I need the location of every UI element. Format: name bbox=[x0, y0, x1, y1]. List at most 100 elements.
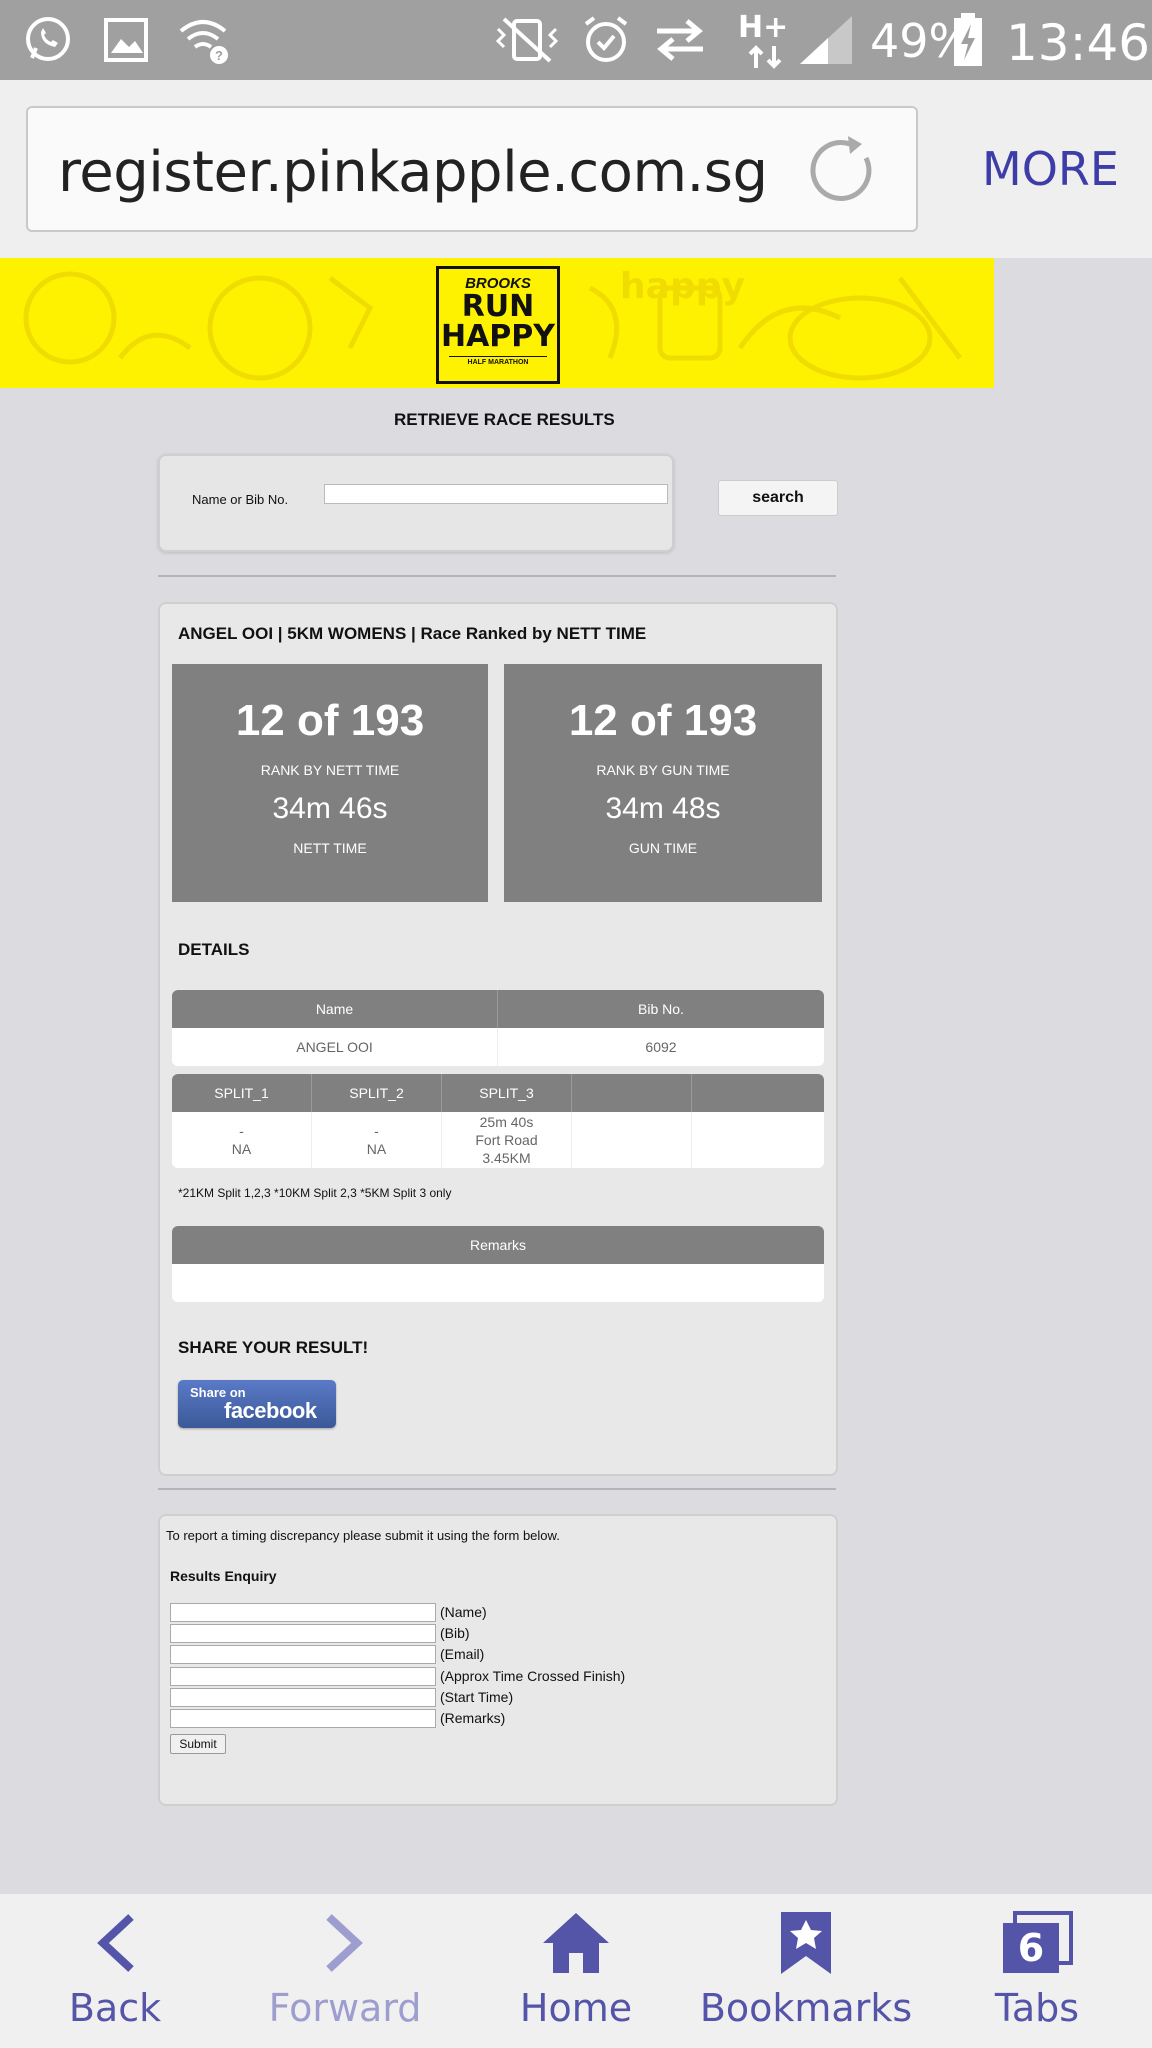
cell-split-5 bbox=[692, 1112, 824, 1168]
header-split-3: SPLIT_3 bbox=[442, 1074, 572, 1112]
share-facebook-button[interactable]: Share on facebook bbox=[178, 1380, 336, 1428]
split-3-line3: 3.45KM bbox=[482, 1150, 531, 1166]
enquiry-finish-label: (Approx Time Crossed Finish) bbox=[440, 1668, 626, 1684]
bottom-navigation: Back Forward Home Bookmarks 6 Tabs bbox=[0, 1894, 1152, 2048]
nav-back-label: Back bbox=[68, 1986, 162, 2030]
splits-table: SPLIT_1 SPLIT_2 SPLIT_3 - NA - NA 25m 40… bbox=[172, 1074, 824, 1168]
cell-split-3: 25m 40s Fort Road 3.45KM bbox=[442, 1112, 572, 1168]
enquiry-remarks-label: (Remarks) bbox=[440, 1710, 506, 1726]
more-button[interactable]: MORE bbox=[982, 142, 1119, 196]
enquiry-name-row: (Name) bbox=[170, 1602, 487, 1622]
vibrate-mute-icon bbox=[492, 12, 562, 68]
cell-bib: 6092 bbox=[645, 1039, 677, 1055]
nav-forward[interactable]: Forward bbox=[230, 1894, 460, 2048]
page-title: RETRIEVE RACE RESULTS bbox=[394, 410, 615, 429]
nett-time-box: 12 of 193 RANK BY NETT TIME 34m 46s NETT… bbox=[172, 664, 488, 902]
enquiry-bib-input[interactable] bbox=[170, 1623, 436, 1643]
remarks-table: Remarks bbox=[172, 1226, 824, 1302]
race-banner: happy BROOKS RUN HAPPY HALF MARATHON bbox=[0, 258, 994, 388]
split-2-line1: - bbox=[374, 1123, 379, 1139]
nav-bookmarks[interactable]: Bookmarks bbox=[691, 1894, 921, 2048]
gun-time: 34m 48s bbox=[605, 792, 721, 825]
cell-name: ANGEL OOI bbox=[172, 1028, 498, 1066]
logo-line1: RUN bbox=[461, 289, 535, 324]
submit-button[interactable]: Submit bbox=[170, 1734, 226, 1754]
cell-split-1: - NA bbox=[172, 1112, 312, 1168]
enquiry-note: To report a timing discrepancy please su… bbox=[166, 1528, 560, 1543]
status-bar: ? H+ 49% 13:46 bbox=[0, 0, 1152, 80]
svg-text:?: ? bbox=[215, 48, 223, 63]
enquiry-remarks-row: (Remarks) bbox=[170, 1708, 505, 1728]
enquiry-start-time-input[interactable] bbox=[170, 1687, 436, 1707]
header-split-2: SPLIT_2 bbox=[312, 1074, 442, 1112]
back-icon bbox=[0, 1908, 230, 1978]
divider bbox=[158, 1488, 836, 1490]
cell-split-4 bbox=[572, 1112, 692, 1168]
signal-icon bbox=[798, 12, 854, 68]
network-arrows-icon bbox=[738, 42, 794, 72]
alarm-icon bbox=[578, 12, 634, 68]
split-1-line2: NA bbox=[231, 1141, 252, 1157]
enquiry-email-row: (Email) bbox=[170, 1644, 484, 1664]
cell-split-2: - NA bbox=[312, 1112, 442, 1168]
table-row bbox=[172, 1264, 824, 1302]
enquiry-start-row: (Start Time) bbox=[170, 1687, 513, 1707]
clock: 13:46 bbox=[1006, 14, 1151, 72]
logo-line2: HAPPY bbox=[440, 319, 556, 354]
nav-home-label: Home bbox=[519, 1986, 633, 2030]
search-panel: Name or Bib No. bbox=[158, 454, 674, 552]
facebook-big-text: facebook bbox=[224, 1398, 317, 1423]
enquiry-email-input[interactable] bbox=[170, 1644, 436, 1664]
split-2-line2: NA bbox=[366, 1141, 387, 1157]
enquiry-finish-time-input[interactable] bbox=[170, 1666, 436, 1686]
details-table: Name Bib No. ANGEL OOI 6092 bbox=[172, 990, 824, 1066]
enquiry-remarks-input[interactable] bbox=[170, 1708, 436, 1728]
gun-time-box: 12 of 193 RANK BY GUN TIME 34m 48s GUN T… bbox=[504, 664, 822, 902]
nav-home[interactable]: Home bbox=[461, 1894, 691, 2048]
table-header: Remarks bbox=[172, 1226, 824, 1264]
network-type: H+ bbox=[738, 10, 789, 45]
logo-sub: HALF MARATHON bbox=[449, 356, 547, 366]
nett-rank: 12 of 193 bbox=[235, 696, 425, 745]
url-bar[interactable]: register.pinkapple.com.sg bbox=[26, 106, 918, 232]
whatsapp-icon bbox=[20, 12, 76, 68]
gun-time-label: GUN TIME bbox=[628, 840, 698, 856]
run-happy-logo: BROOKS RUN HAPPY HALF MARATHON bbox=[436, 266, 560, 384]
split-note: *21KM Split 1,2,3 *10KM Split 2,3 *5KM S… bbox=[178, 1186, 452, 1200]
gun-rank: 12 of 193 bbox=[568, 696, 758, 745]
nav-forward-label: Forward bbox=[268, 1986, 422, 2030]
search-button[interactable]: search bbox=[718, 480, 838, 516]
enquiry-email-label: (Email) bbox=[440, 1646, 485, 1662]
svg-text:happy: happy bbox=[620, 266, 745, 307]
nav-tabs[interactable]: 6 Tabs bbox=[922, 1894, 1152, 2048]
bookmark-icon bbox=[691, 1908, 921, 1978]
enquiry-bib-row: (Bib) bbox=[170, 1623, 470, 1643]
header-split-4 bbox=[572, 1074, 692, 1112]
table-row: - NA - NA 25m 40s Fort Road 3.45KM bbox=[172, 1112, 824, 1168]
url-text[interactable]: register.pinkapple.com.sg bbox=[58, 140, 768, 205]
split-1-line1: - bbox=[239, 1123, 244, 1139]
search-label: Name or Bib No. bbox=[192, 492, 289, 507]
nav-bookmarks-label: Bookmarks bbox=[699, 1986, 913, 2030]
gun-rank-label: RANK BY GUN TIME bbox=[596, 762, 730, 778]
wifi-question-icon: ? bbox=[176, 12, 232, 68]
header-split-5 bbox=[692, 1074, 824, 1112]
enquiry-title: Results Enquiry bbox=[170, 1568, 277, 1584]
nav-back[interactable]: Back bbox=[0, 1894, 230, 2048]
result-heading: ANGEL OOI | 5KM WOMENS | Race Ranked by … bbox=[178, 624, 647, 643]
enquiry-panel: To report a timing discrepancy please su… bbox=[158, 1514, 838, 1806]
table-row: ANGEL OOI 6092 bbox=[172, 1028, 824, 1066]
split-3-line2: Fort Road bbox=[475, 1132, 538, 1148]
share-heading: SHARE YOUR RESULT! bbox=[178, 1338, 369, 1357]
browser-toolbar: register.pinkapple.com.sg MORE bbox=[0, 80, 1152, 258]
search-input[interactable] bbox=[324, 484, 668, 504]
enquiry-name-label: (Name) bbox=[440, 1604, 487, 1620]
data-sync-icon bbox=[652, 12, 708, 68]
forward-icon bbox=[230, 1908, 460, 1978]
battery-charging-icon bbox=[948, 12, 988, 68]
enquiry-name-input[interactable] bbox=[170, 1602, 436, 1622]
divider bbox=[158, 575, 836, 577]
result-panel: ANGEL OOI | 5KM WOMENS | Race Ranked by … bbox=[158, 602, 838, 1476]
reload-icon[interactable] bbox=[810, 136, 880, 211]
header-split-1: SPLIT_1 bbox=[172, 1074, 312, 1112]
